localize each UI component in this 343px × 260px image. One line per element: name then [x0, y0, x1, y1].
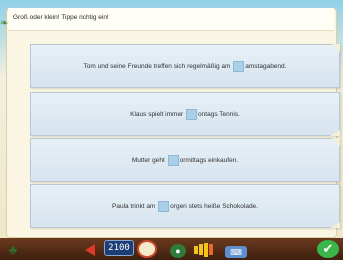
answer-gap-2[interactable]: [186, 109, 198, 120]
sentence-part: Mutter geht: [131, 157, 165, 165]
exercise-card-3: Mutter geht ormittags einkaufen.: [30, 138, 340, 182]
sentence-part: Paula trinkt am: [112, 203, 156, 211]
leaf-icon: ❧: [0, 18, 9, 29]
exercise-card-4: Paula trinkt am orgen stets heiße Schoko…: [30, 184, 340, 228]
sentence-part: orgen stets heiße Schokolade.: [170, 203, 258, 211]
bottom-toolbar: ♣ 2100 ● ⌨ ✔: [0, 238, 343, 260]
level-bars-icon[interactable]: [190, 241, 216, 258]
clock-display: 2100: [104, 240, 134, 256]
level-bar: [208, 244, 213, 255]
plant-icon: ♣: [8, 242, 18, 257]
level-bar: [193, 245, 198, 254]
paper-corner: [332, 138, 340, 146]
exercise-sentence: Paula trinkt am orgen stets heiße Schoko…: [31, 201, 339, 212]
instruction-bar: Groß oder klein! Tippe richtig ein!: [8, 8, 334, 31]
save-icon[interactable]: ●: [170, 244, 186, 258]
answer-gap-3[interactable]: [167, 155, 179, 166]
sentence-part: Tom und seine Freunde treffen sich regel…: [83, 63, 231, 71]
check-icon[interactable]: ✔: [317, 240, 339, 258]
exercise-sentence: Mutter geht ormittags einkaufen.: [31, 155, 339, 166]
sentence-part: ormittags einkaufen.: [179, 157, 239, 165]
back-arrow-icon[interactable]: [80, 241, 100, 258]
exercise-card-2: Klaus spielt immer ontags Tennis.: [30, 92, 340, 136]
answer-gap-1[interactable]: [233, 61, 245, 72]
answer-gap-4[interactable]: [158, 201, 170, 212]
paper-corner: [330, 130, 340, 136]
paper-corner: [330, 222, 340, 228]
exercise-sentence: Klaus spielt immer ontags Tennis.: [31, 109, 339, 120]
level-bar: [198, 244, 203, 255]
exercise-card-1: Tom und seine Freunde treffen sich regel…: [30, 44, 340, 88]
gauge-icon[interactable]: [137, 240, 157, 258]
paper-corner: [332, 44, 340, 52]
instruction-text: Groß oder klein! Tippe richtig ein!: [13, 14, 109, 21]
sentence-part: ontags Tennis.: [198, 111, 240, 119]
sentence-part: Klaus spielt immer: [130, 111, 184, 119]
level-bar: [203, 242, 208, 257]
exercise-sentence: Tom und seine Freunde treffen sich regel…: [31, 61, 339, 72]
sentence-part: amstagabend.: [245, 63, 287, 71]
keyboard-icon[interactable]: ⌨: [225, 246, 247, 258]
